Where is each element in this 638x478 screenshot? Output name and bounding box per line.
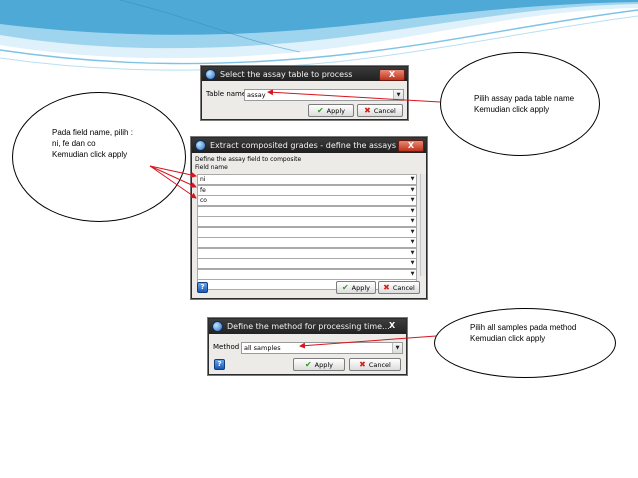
arrow-to-field-fe — [149, 165, 197, 188]
annotation-arrows — [149, 89, 441, 349]
arrow-to-method — [299, 335, 437, 349]
arrow-to-table-name — [267, 89, 441, 103]
